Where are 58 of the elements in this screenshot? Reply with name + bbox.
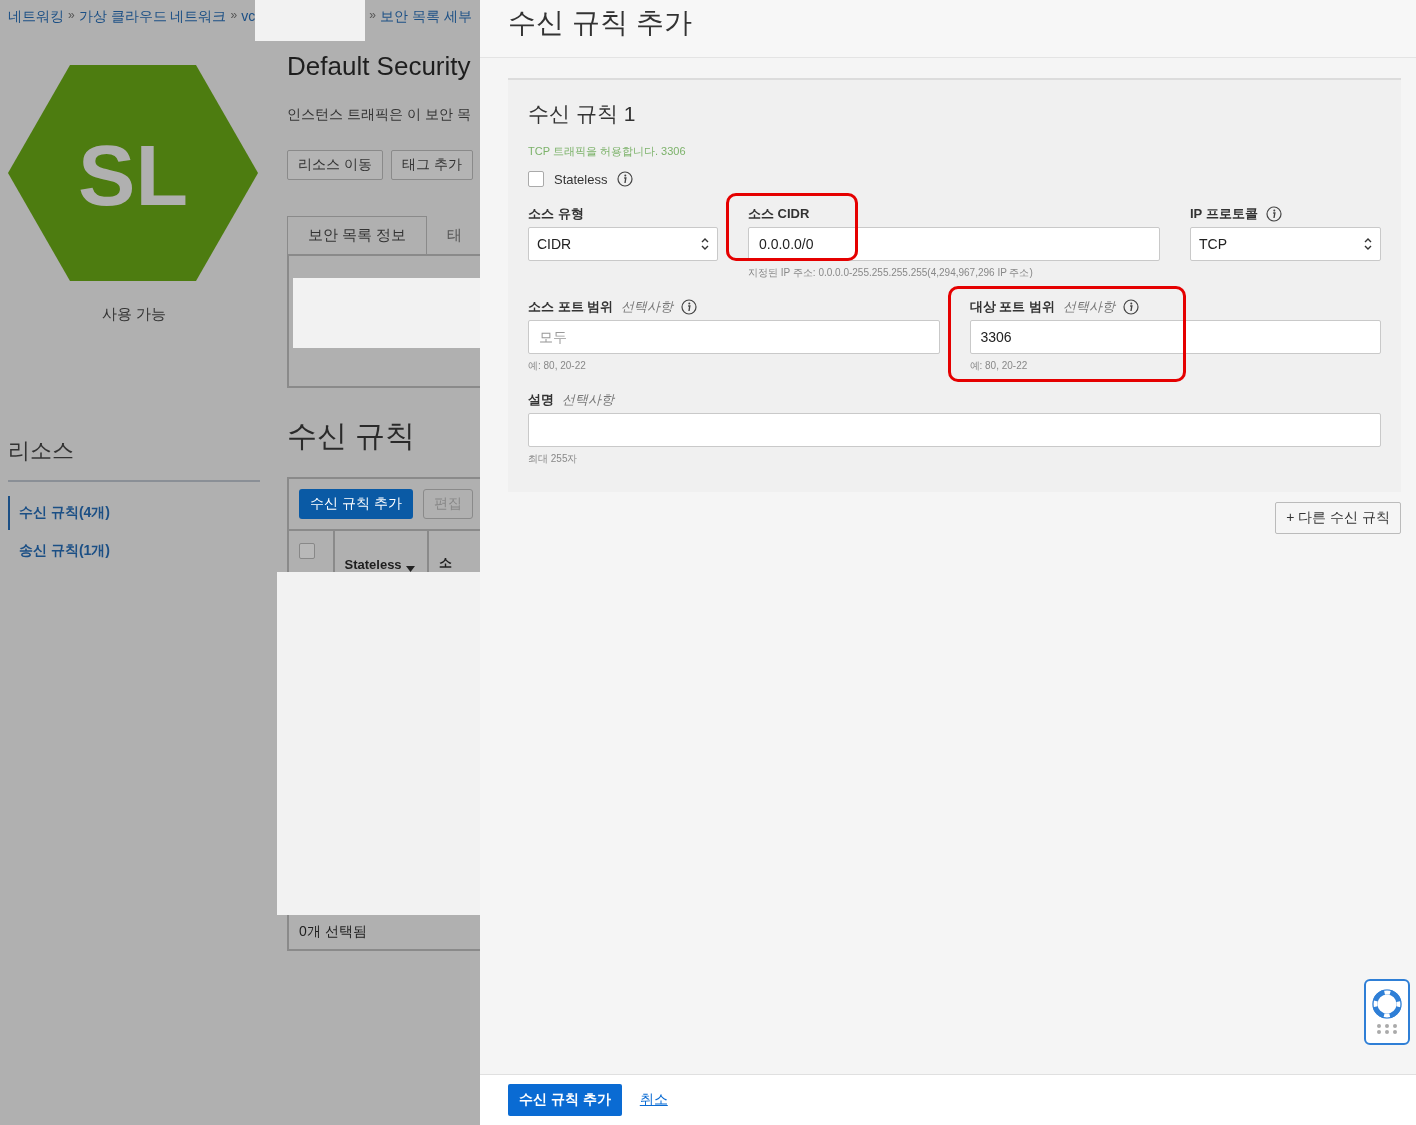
breadcrumb-separator: » bbox=[229, 7, 239, 22]
rule-summary: TCP 트래픽을 허용합니다. 3306 bbox=[528, 144, 687, 159]
section-heading: 수신 규칙 bbox=[287, 418, 417, 454]
field-hint: 예: 80, 20-22 bbox=[528, 359, 587, 373]
tab[interactable]: 보안 목록 정보 bbox=[287, 216, 428, 254]
breadcrumb-separator: » bbox=[368, 7, 377, 22]
field-label: IP 프로토콜 bbox=[1190, 205, 1258, 223]
column-header[interactable]: Stateless bbox=[344, 556, 402, 572]
field-label: 대상 포트 범위 bbox=[969, 298, 1055, 316]
optional-label: 선택사항 bbox=[562, 391, 614, 409]
logo-icon: SL bbox=[8, 65, 258, 281]
sidebar-item[interactable]: 수신 규칙(4개) bbox=[8, 496, 119, 530]
optional-label: 선택사항 bbox=[621, 298, 674, 316]
breadcrumb-separator: » bbox=[67, 7, 76, 22]
rule-title: 수신 규칙 1 bbox=[528, 101, 637, 127]
stateless-checkbox[interactable] bbox=[528, 171, 544, 187]
status-label: 사용 가능 bbox=[100, 305, 168, 324]
breadcrumb-link[interactable]: vc bbox=[241, 0, 256, 24]
section-heading: 리소스 bbox=[8, 436, 260, 482]
select-all-checkbox[interactable] bbox=[299, 543, 315, 560]
column-header[interactable]: 소 bbox=[438, 553, 452, 572]
selection-count: 0개 선택됨 bbox=[298, 922, 368, 941]
checkbox-label: Stateless bbox=[554, 171, 608, 187]
chevron-icon bbox=[701, 237, 709, 251]
field-hint: 예: 80, 20-22 bbox=[969, 359, 1029, 373]
action-button[interactable]: 리소스 이동 bbox=[287, 150, 383, 180]
breadcrumb-link[interactable]: 가상 클라우드 네트워크 bbox=[78, 0, 227, 26]
field-label: 소스 CIDR bbox=[748, 205, 810, 223]
field-label: 소스 유형 bbox=[528, 205, 584, 223]
submit-button[interactable]: 수신 규칙 추가 bbox=[508, 1084, 622, 1116]
select-field[interactable]: TCP bbox=[1190, 227, 1381, 261]
lifebuoy-icon bbox=[1372, 989, 1402, 1019]
info-icon[interactable] bbox=[617, 171, 634, 187]
chevron-icon bbox=[1364, 237, 1372, 251]
cancel-link[interactable]: 취소 bbox=[639, 1091, 668, 1109]
input-field[interactable]: 0.0.0.0/0 bbox=[748, 227, 1160, 261]
input-field[interactable]: 모두 bbox=[528, 320, 940, 354]
breadcrumb-link[interactable]: 네트워킹 bbox=[8, 0, 64, 26]
action-button[interactable]: 태그 추가 bbox=[390, 150, 473, 180]
help-widget[interactable] bbox=[1364, 979, 1410, 1045]
field-hint: 최대 255자 bbox=[528, 452, 579, 466]
input-field[interactable]: 3306 bbox=[969, 320, 1381, 354]
grid-icon bbox=[1376, 1023, 1398, 1035]
page-title: Default Security bbox=[287, 51, 472, 82]
add-rule-button[interactable]: + 다른 수신 규칙 bbox=[1275, 502, 1401, 534]
optional-label: 선택사항 bbox=[1062, 298, 1115, 316]
breadcrumb-link[interactable]: 보안 목록 세부 bbox=[379, 0, 472, 26]
field-label: 설명 bbox=[528, 391, 554, 409]
info-icon[interactable] bbox=[681, 299, 698, 315]
field-hint: 지정된 IP 주소: 0.0.0.0-255.255.255.255(4,294,967,296 IP 주소) bbox=[748, 266, 1034, 280]
select-field[interactable]: CIDR bbox=[528, 227, 718, 261]
field-label: 소스 포트 범위 bbox=[528, 298, 614, 316]
description-text: 인스턴스 트래픽은 이 보안 목 bbox=[287, 106, 472, 124]
sidebar-item[interactable]: 송신 규칙(1개) bbox=[8, 534, 119, 568]
input-field[interactable] bbox=[528, 413, 1381, 447]
info-icon[interactable] bbox=[1122, 299, 1139, 315]
info-icon[interactable] bbox=[1265, 206, 1282, 222]
toolbar-button[interactable]: 수신 규칙 추가 bbox=[299, 489, 413, 519]
